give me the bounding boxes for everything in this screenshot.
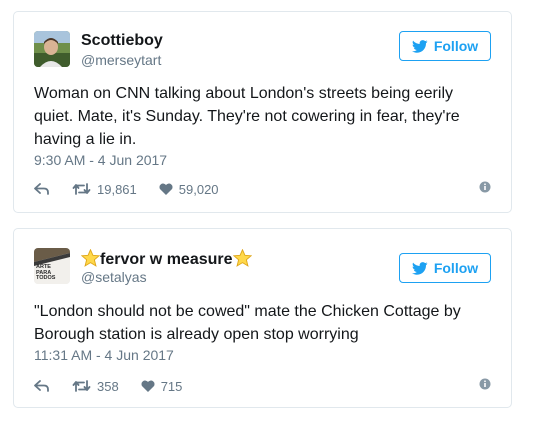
reply-button[interactable] (34, 183, 50, 195)
tweet-card: Scottieboy @merseytart Follow Woman on C… (13, 11, 512, 213)
avatar[interactable] (34, 31, 70, 67)
reply-icon (34, 183, 50, 195)
follow-button[interactable]: Follow (399, 253, 491, 283)
twitter-bird-icon (411, 261, 428, 275)
info-icon[interactable] (479, 378, 491, 390)
heart-icon (159, 183, 173, 195)
star-icon (81, 249, 100, 267)
like-button[interactable]: 59,020 (159, 182, 219, 197)
avatar-text: ARTE PARA TODOS (36, 264, 56, 281)
retweet-icon (72, 380, 91, 392)
user-handle[interactable]: @merseytart (81, 52, 161, 68)
action-bar: 358 715 (34, 377, 491, 395)
heart-icon (141, 380, 155, 392)
like-count: 715 (160, 378, 183, 394)
timestamp[interactable]: 9:30 AM - 4 Jun 2017 (34, 152, 167, 168)
follow-label: Follow (433, 38, 479, 54)
retweet-button[interactable]: 358 (72, 379, 119, 394)
retweet-count: 358 (97, 378, 119, 394)
retweet-count: 19,861 (97, 181, 137, 197)
tweet-text: "London should not be cowed" mate the Ch… (34, 303, 461, 343)
tweet-card: ARTE PARA TODOS fervor w measure @setaly… (13, 228, 512, 408)
display-name-text: fervor w measure (100, 251, 233, 268)
display-name[interactable]: Scottieboy (81, 32, 163, 50)
retweet-icon (72, 183, 91, 195)
star-icon (232, 249, 252, 267)
user-handle[interactable]: @setalyas (81, 269, 147, 285)
follow-label: Follow (433, 260, 479, 276)
reply-icon (34, 380, 50, 392)
tweet-text: Woman on CNN talking about London's stre… (34, 85, 460, 148)
like-count: 59,020 (178, 181, 219, 197)
follow-button[interactable]: Follow (399, 31, 491, 61)
twitter-bird-icon (411, 39, 428, 53)
action-bar: 19,861 59,020 (34, 180, 491, 198)
reply-button[interactable] (34, 380, 50, 392)
info-icon[interactable] (479, 181, 491, 193)
timestamp[interactable]: 11:31 AM - 4 Jun 2017 (34, 347, 174, 363)
retweet-button[interactable]: 19,861 (72, 182, 137, 197)
avatar[interactable]: ARTE PARA TODOS (34, 248, 70, 284)
like-button[interactable]: 715 (141, 378, 183, 394)
display-name[interactable]: fervor w measure (81, 249, 252, 269)
